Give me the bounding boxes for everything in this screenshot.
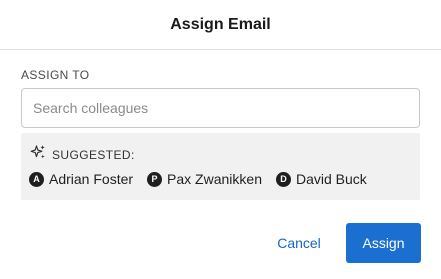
assign-email-dialog: Assign Email ASSIGN TO SUGGESTED: A Adri… (0, 0, 441, 279)
dialog-title: Assign Email (170, 15, 271, 33)
person-name: Adrian Foster (49, 171, 134, 187)
dialog-header: Assign Email (0, 0, 441, 50)
suggested-label: SUGGESTED: (52, 148, 135, 162)
person-name: Pax Zwanikken (167, 171, 262, 187)
suggested-header: SUGGESTED: (30, 144, 135, 166)
person-name: David Buck (295, 171, 367, 187)
avatar: A (29, 171, 44, 187)
suggested-people-list: A Adrian Foster P Pax Zwanikken D David … (29, 171, 367, 187)
assign-button[interactable]: Assign (346, 223, 421, 263)
suggested-person-pax-zwanikken[interactable]: P Pax Zwanikken (147, 171, 262, 187)
suggested-person-adrian-foster[interactable]: A Adrian Foster (29, 171, 133, 187)
assign-to-label: ASSIGN TO (21, 68, 90, 82)
sparkles-icon (30, 144, 47, 166)
cancel-button[interactable]: Cancel (268, 223, 330, 263)
suggested-person-david-buck[interactable]: D David Buck (275, 171, 367, 187)
avatar: P (147, 171, 163, 187)
search-colleagues-input[interactable] (21, 88, 420, 128)
avatar: D (275, 171, 291, 187)
suggested-panel: SUGGESTED: A Adrian Foster P Pax Zwanikk… (21, 133, 420, 200)
